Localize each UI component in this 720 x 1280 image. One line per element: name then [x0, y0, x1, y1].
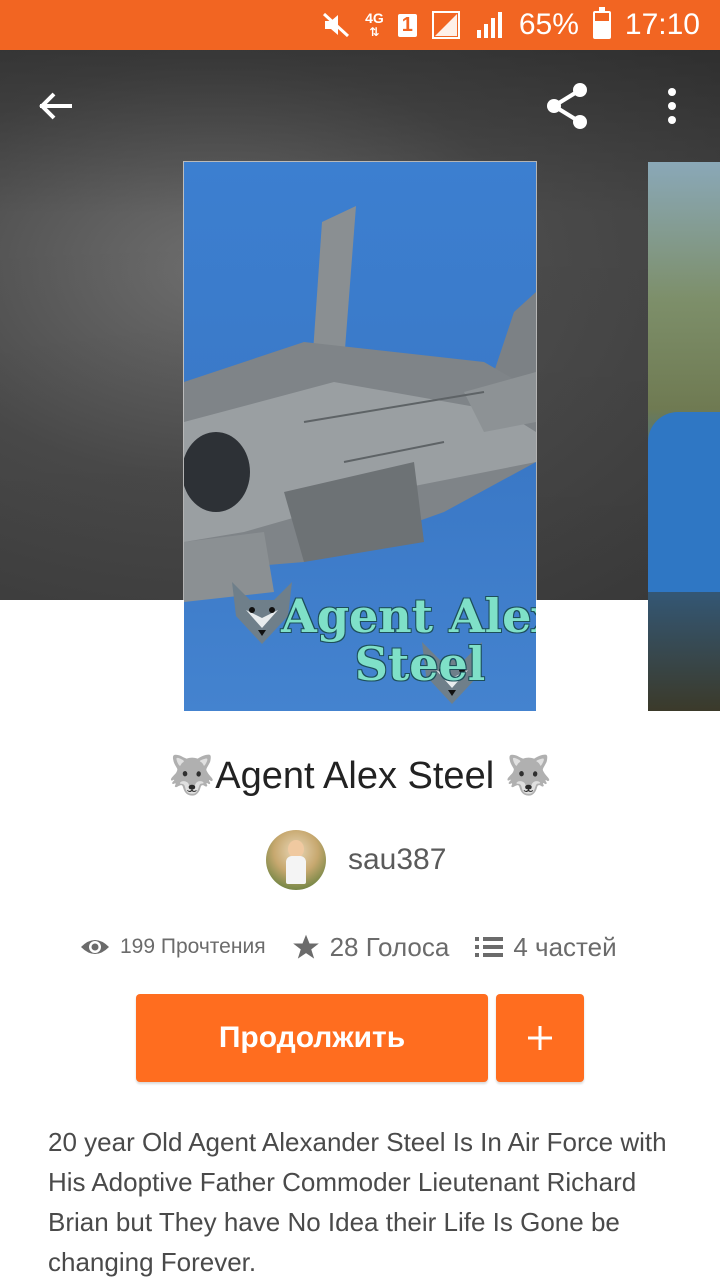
- author-link[interactable]: sau387: [266, 829, 446, 891]
- clock: 17:10: [624, 8, 700, 41]
- continue-button-label: Продолжить: [218, 1021, 406, 1054]
- star-icon: [292, 934, 319, 959]
- cover-title-text: Agent Alex Steel: [281, 589, 536, 691]
- battery-icon: [592, 7, 611, 39]
- more-options-button[interactable]: [642, 76, 702, 136]
- signal-icon: [475, 10, 505, 40]
- 4g-icon: 4G ⇅: [365, 10, 384, 39]
- signal-icon: [431, 10, 461, 40]
- reads-count: 199 Прочтения: [120, 935, 266, 958]
- sim-icon: 1: [397, 13, 417, 37]
- parts-count: 4 частей: [513, 931, 617, 962]
- back-button[interactable]: [26, 76, 86, 136]
- cover-image-detail: [648, 412, 720, 592]
- eye-icon: [81, 940, 109, 954]
- more-vertical-icon: [668, 88, 676, 124]
- author-name: sau387: [348, 843, 447, 876]
- story-cover[interactable]: Agent Alex Steel: [184, 162, 536, 711]
- story-description: 20 year Old Agent Alexander Steel Is In …: [48, 1127, 667, 1277]
- arrow-left-icon: [39, 92, 72, 120]
- reads-stat: 199 Прочтения: [80, 935, 266, 959]
- network-type: 4G: [365, 10, 384, 26]
- battery-percent: 65%: [518, 8, 579, 41]
- sim-number: 1: [397, 13, 417, 37]
- add-to-library-button[interactable]: [496, 994, 584, 1082]
- votes-count: 28 Голоса: [329, 931, 450, 962]
- continue-reading-button[interactable]: Продолжить: [136, 994, 488, 1082]
- plus-icon: [528, 1026, 552, 1050]
- mute-icon: [321, 10, 351, 40]
- story-title: 🐺Agent Alex Steel 🐺: [167, 755, 553, 797]
- parts-stat[interactable]: 4 частей: [475, 931, 617, 963]
- list-icon: [475, 937, 504, 957]
- next-story-cover[interactable]: [648, 162, 720, 711]
- status-bar: 4G ⇅ 1 65% 17:10: [0, 0, 720, 50]
- avatar: [266, 830, 326, 890]
- share-button[interactable]: [538, 76, 598, 136]
- votes-stat: 28 Голоса: [292, 931, 450, 963]
- story-details-screen: 4G ⇅ 1 65% 17:10 Agent Ale Steel 🐺Agent …: [0, 0, 720, 1280]
- story-stats: 199 Прочтения 28 Голоса 4 частей: [80, 924, 660, 970]
- share-icon: [547, 83, 587, 129]
